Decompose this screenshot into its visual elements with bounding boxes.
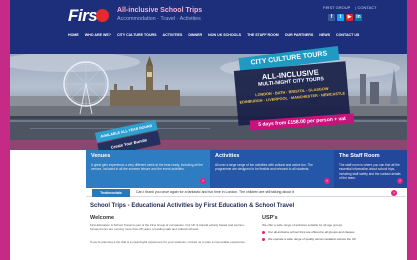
feature-text: All over a large range of fun activities… [215, 163, 313, 172]
nav-item-city-culture-tours[interactable]: CITY CULTURE TOURS [117, 33, 157, 37]
feature-title: Venues [91, 153, 111, 159]
nav-item-non-uk-schools[interactable]: NON UK SCHOOLS [208, 33, 241, 37]
welcome-paragraph-2: If you're planning a trip that is a mean… [90, 240, 246, 244]
welcome-heading: Welcome [90, 215, 115, 221]
logo-dot-icon [96, 9, 109, 22]
nav-item-who-are-we[interactable]: WHO ARE WE? [85, 33, 111, 37]
nav-item-the-staff-room[interactable]: THE STAFF ROOM [247, 33, 279, 37]
twitter-icon[interactable]: t [337, 14, 344, 21]
welcome-paragraph-1: First Education & School Travel is part … [90, 223, 245, 231]
nav-item-activities[interactable]: ACTIVITIES [163, 33, 183, 37]
feature-title: The Staff Room [339, 153, 380, 159]
usp-item-text: Our all-inclusive school trips are offer… [268, 230, 355, 234]
arrow-right-icon[interactable]: › [324, 178, 330, 184]
nav-item-news[interactable]: NEWS [319, 33, 330, 37]
tagline-secondary: Accommodation · Travel · Activities [117, 16, 201, 22]
feature-venues[interactable]: Venues A great girls experience a very d… [86, 150, 210, 188]
nav-item-home[interactable]: HOME [68, 33, 79, 37]
nav-item-contact-us[interactable]: CONTACT US [336, 33, 359, 37]
page: First All-inclusive School Trips Accommo… [10, 0, 407, 260]
bullet-icon [262, 230, 265, 234]
arrow-right-icon[interactable]: › [200, 178, 206, 184]
site-header: First All-inclusive School Trips Accommo… [10, 0, 407, 54]
social-links: f t ▶ in [328, 14, 362, 21]
nav-item-our-partners[interactable]: OUR PARTNERS [285, 33, 314, 37]
usp-item-text: We operate a wide range of quality accom… [268, 237, 356, 241]
linkedin-icon[interactable]: in [355, 14, 362, 21]
nav-item-dinner[interactable]: DINNER [188, 33, 202, 37]
main-nav: HOME WHO ARE WE? CITY CULTURE TOURS ACTIVIT… [68, 33, 359, 37]
youtube-icon[interactable]: ▶ [346, 14, 353, 21]
arrow-right-icon[interactable]: › [397, 178, 403, 184]
usp-intro: We offer a wide range of activities suit… [262, 223, 343, 227]
testimonial-label: Testimonials [92, 189, 130, 197]
feature-activities[interactable]: Activities All over a large range of fun… [210, 150, 334, 188]
testimonial-text: Can I thank you once again for a fantast… [136, 190, 294, 194]
page-title: School Trips - Educational Activities by… [90, 203, 295, 209]
facebook-icon[interactable]: f [328, 14, 335, 21]
util-link-contact[interactable]: | CONTACT [355, 5, 376, 10]
utility-links: FIRST GROUP | CONTACT [323, 5, 381, 10]
util-link-first-group[interactable]: FIRST GROUP [323, 5, 350, 10]
feature-text: The staff room is where you can find all… [339, 163, 401, 180]
usp-heading: USP's [262, 215, 278, 221]
feature-title: Activities [215, 153, 240, 159]
bullet-icon [262, 237, 265, 241]
usp-item: Our all-inclusive school trips are offer… [262, 229, 407, 235]
tagline-primary: All-inclusive School Trips [117, 7, 203, 14]
usp-item: We operate a wide range of quality accom… [262, 236, 407, 242]
feature-staff-room[interactable]: The Staff Room The staff room is where y… [334, 150, 407, 188]
arrow-right-icon[interactable]: › [391, 190, 397, 196]
feature-text: A great girls experience a very differen… [91, 163, 203, 172]
